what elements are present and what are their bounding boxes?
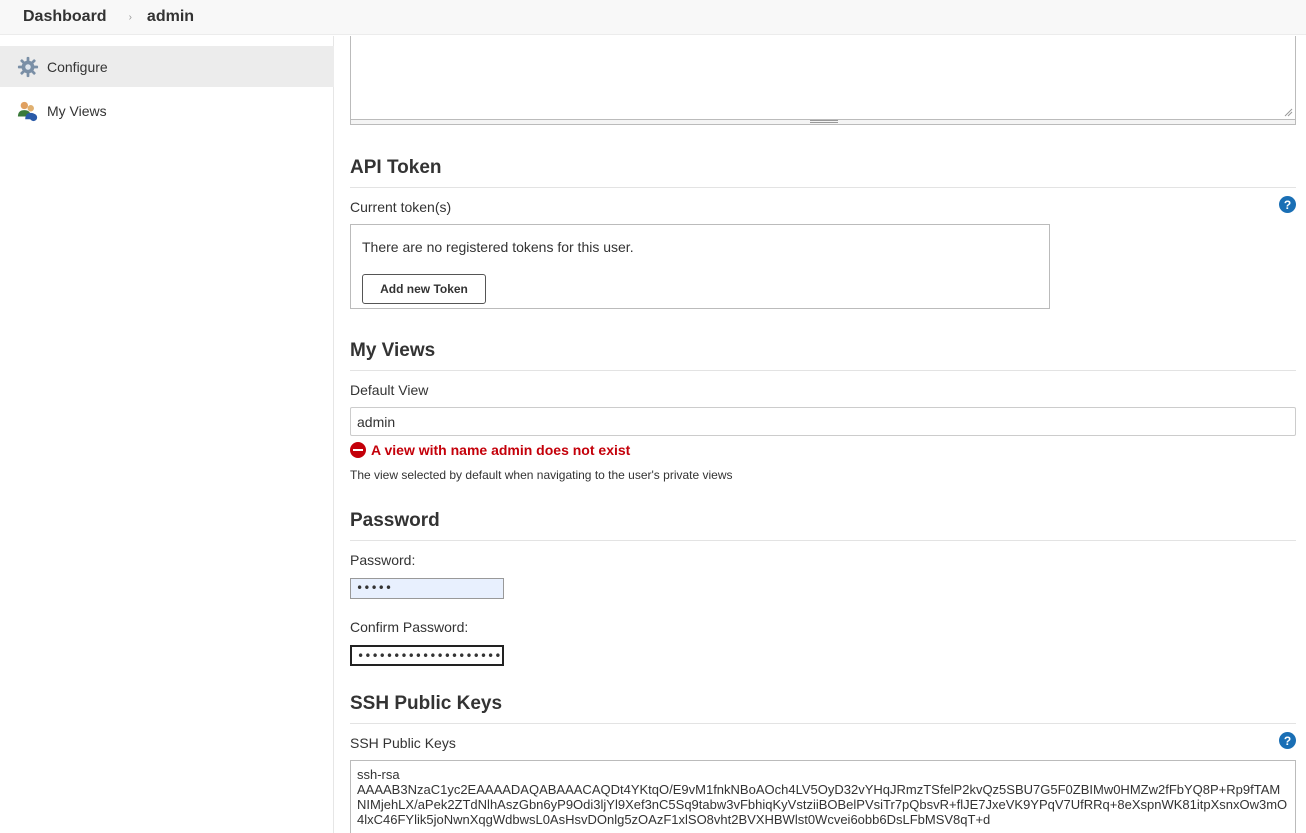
breadcrumb-admin[interactable]: admin [147,8,194,26]
ssh-keys-textarea[interactable]: ssh-rsa AAAAB3NzaC1yc2EAAAADAQABAAACAQDt… [350,760,1296,833]
sidebar-item-my-views[interactable]: My Views [0,90,334,131]
sidebar-item-label: Configure [47,58,108,75]
gear-icon [16,55,40,79]
current-tokens-label: Current token(s) [350,199,452,215]
description-textarea[interactable] [350,36,1296,120]
default-view-label: Default View [350,382,429,398]
main-content: API Token Current token(s) ? There are n… [350,36,1296,833]
default-view-description: The view selected by default when naviga… [350,468,733,482]
confirm-password-input[interactable]: •••••••••••••••••••••••••••••••• [350,645,504,666]
error-message: A view with name admin does not exist [371,442,631,458]
password-label: Password: [350,552,416,568]
resize-handle-icon[interactable] [810,120,838,123]
resize-grip-icon[interactable] [1283,107,1293,117]
users-icon [16,99,40,123]
section-title-api-token: API Token [350,157,1296,188]
section-title-password: Password [350,510,1296,541]
sidebar: Configure My Views [0,36,334,833]
password-input[interactable]: ••••• [350,578,504,599]
token-list-box: There are no registered tokens for this … [350,224,1050,309]
breadcrumb-dashboard[interactable]: Dashboard [23,8,107,26]
sidebar-item-configure[interactable]: Configure [0,46,334,87]
section-title-ssh-keys: SSH Public Keys [350,693,1296,724]
sidebar-item-label: My Views [47,102,107,119]
validation-error: A view with name admin does not exist [350,442,630,458]
error-icon [350,442,366,458]
help-icon[interactable]: ? [1279,732,1296,749]
section-title-my-views: My Views [350,340,1296,371]
ssh-keys-value: ssh-rsa AAAAB3NzaC1yc2EAAAADAQABAAACAQDt… [357,767,1288,827]
textarea-resize-bar[interactable] [350,120,1296,125]
no-tokens-message: There are no registered tokens for this … [362,239,634,255]
help-icon[interactable]: ? [1279,196,1296,213]
add-new-token-button[interactable]: Add new Token [362,274,486,304]
confirm-password-label: Confirm Password: [350,619,469,635]
ssh-keys-label: SSH Public Keys [350,735,456,751]
default-view-input[interactable] [350,407,1296,436]
breadcrumb-separator-icon: › [128,11,132,23]
breadcrumb: Dashboard › admin [0,0,1306,35]
